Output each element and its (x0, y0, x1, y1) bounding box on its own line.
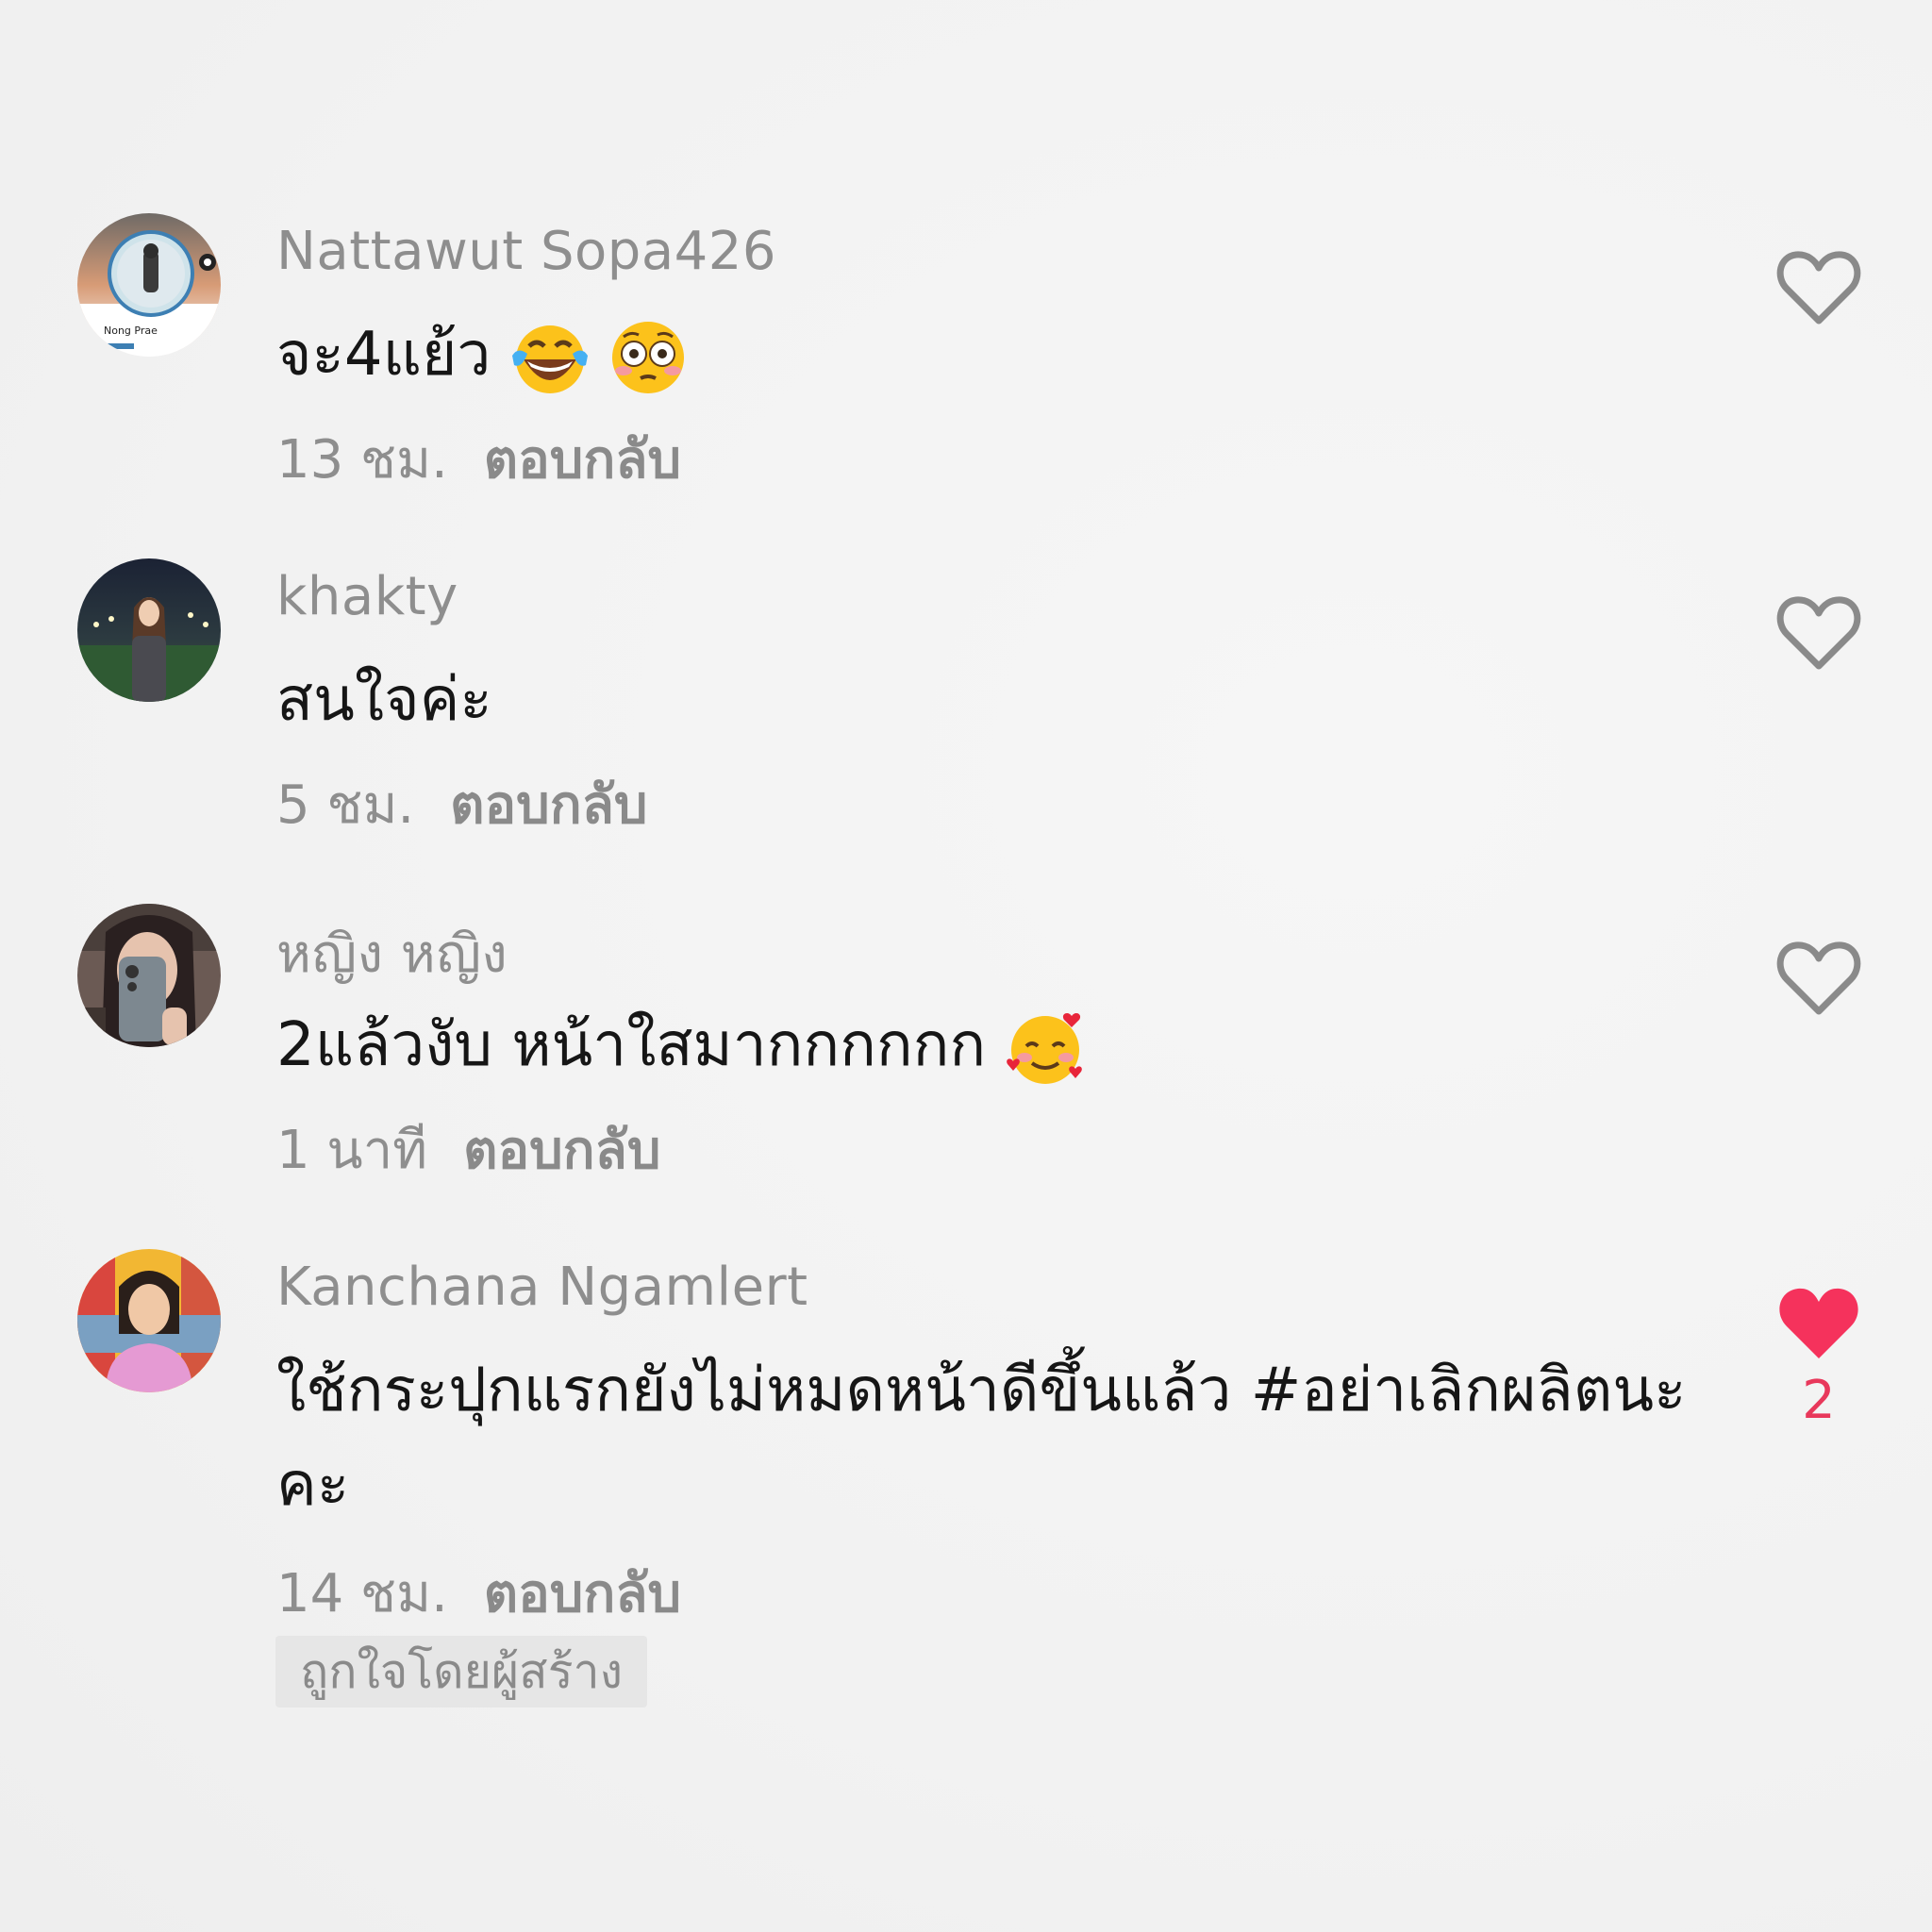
like-count: 2 (1802, 1370, 1836, 1431)
comment-text-content: 2แล้วงับ หน้าใสมากกกกกก (276, 1010, 987, 1080)
liked-by-creator-badge: ถูกใจโดยผู้สร้าง (275, 1636, 648, 1707)
heart-outline-icon (1776, 251, 1861, 325)
like-button[interactable] (1774, 1277, 1864, 1368)
comment-text-content: จะ4แย้ว (276, 320, 491, 390)
comment-text: 2แล้วงับ หน้าใสมากกกกกก (276, 998, 1691, 1092)
comment-meta: 13 ชม. ตอบกลับ (276, 417, 681, 501)
comment-meta: 14 ชม. ตอบกลับ (276, 1551, 681, 1635)
comment-username[interactable]: หญิง หญิง (276, 911, 508, 995)
comment-username[interactable]: Kanchana Ngamlert (276, 1257, 808, 1318)
reply-button[interactable]: ตอบกลับ (450, 774, 647, 836)
flushed-face-icon (611, 322, 684, 394)
comment-username[interactable]: Nattawut Sopa426 (276, 221, 776, 282)
avatar[interactable] (77, 904, 221, 1047)
comments-panel: Nong Prae Nattawut Sopa426 จะ4แย้ว 13 ชม… (0, 0, 1932, 1932)
comment-meta: 5 ชม. ตอบกลับ (276, 762, 647, 846)
comment-time: 13 ชม. (276, 429, 448, 491)
reply-button[interactable]: ตอบกลับ (484, 429, 681, 491)
comment-meta: 1 นาที ตอบกลับ (276, 1108, 660, 1191)
avatar-image: Nong Prae (77, 213, 221, 357)
comment-text: สนใจค่ะ (276, 665, 492, 735)
smiling-face-with-hearts-icon (1006, 1013, 1082, 1085)
heart-filled-icon (1779, 1288, 1858, 1358)
avatar-image (77, 558, 221, 702)
like-button[interactable] (1774, 587, 1864, 677)
comment-time: 1 นาที (276, 1120, 428, 1181)
heart-outline-icon (1776, 941, 1861, 1015)
avatar-caption: Nong Prae (104, 325, 158, 337)
comment-text: ใช้กระปุกแรกยังไม่หมดหน้าดีขึ้นแล้ว #อย่… (276, 1356, 1687, 1520)
comment-username[interactable]: khakty (276, 566, 458, 627)
avatar[interactable] (77, 558, 221, 702)
like-button[interactable] (1774, 932, 1864, 1023)
face-with-tears-of-joy-icon (511, 325, 588, 394)
comment-time: 5 ชม. (276, 774, 415, 836)
avatar[interactable] (77, 1249, 221, 1392)
reply-button[interactable]: ตอบกลับ (463, 1120, 660, 1181)
reply-button[interactable]: ตอบกลับ (484, 1563, 681, 1624)
comment-text: จะ4แย้ว (276, 308, 1691, 402)
avatar-image (77, 1249, 221, 1392)
avatar-image (77, 904, 221, 1047)
heart-outline-icon (1776, 596, 1861, 670)
comment-time: 14 ชม. (276, 1563, 448, 1624)
like-button[interactable] (1774, 242, 1864, 332)
avatar[interactable]: Nong Prae (77, 213, 221, 357)
